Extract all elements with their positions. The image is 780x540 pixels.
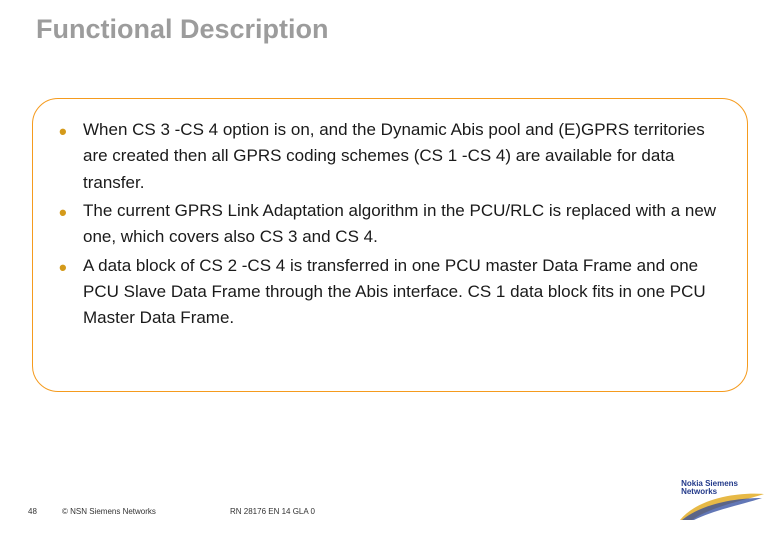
swoosh-icon (678, 490, 766, 522)
bullet-item: The current GPRS Link Adaptation algorit… (59, 198, 721, 251)
slide-title: Functional Description (36, 14, 329, 45)
page-number: 48 (28, 507, 37, 516)
copyright-text: © NSN Siemens Networks (62, 507, 156, 516)
slide: Functional Description When CS 3 -CS 4 o… (0, 0, 780, 540)
content-box: When CS 3 -CS 4 option is on, and the Dy… (32, 98, 748, 392)
footer: 48 © NSN Siemens Networks RN 28176 EN 14… (0, 486, 780, 516)
reference-code: RN 28176 EN 14 GLA 0 (230, 507, 315, 516)
bullet-item: A data block of CS 2 -CS 4 is transferre… (59, 253, 721, 332)
bullet-item: When CS 3 -CS 4 option is on, and the Dy… (59, 117, 721, 196)
bullet-list: When CS 3 -CS 4 option is on, and the Dy… (59, 117, 721, 332)
brand-logo: Nokia Siemens Networks (676, 478, 766, 522)
